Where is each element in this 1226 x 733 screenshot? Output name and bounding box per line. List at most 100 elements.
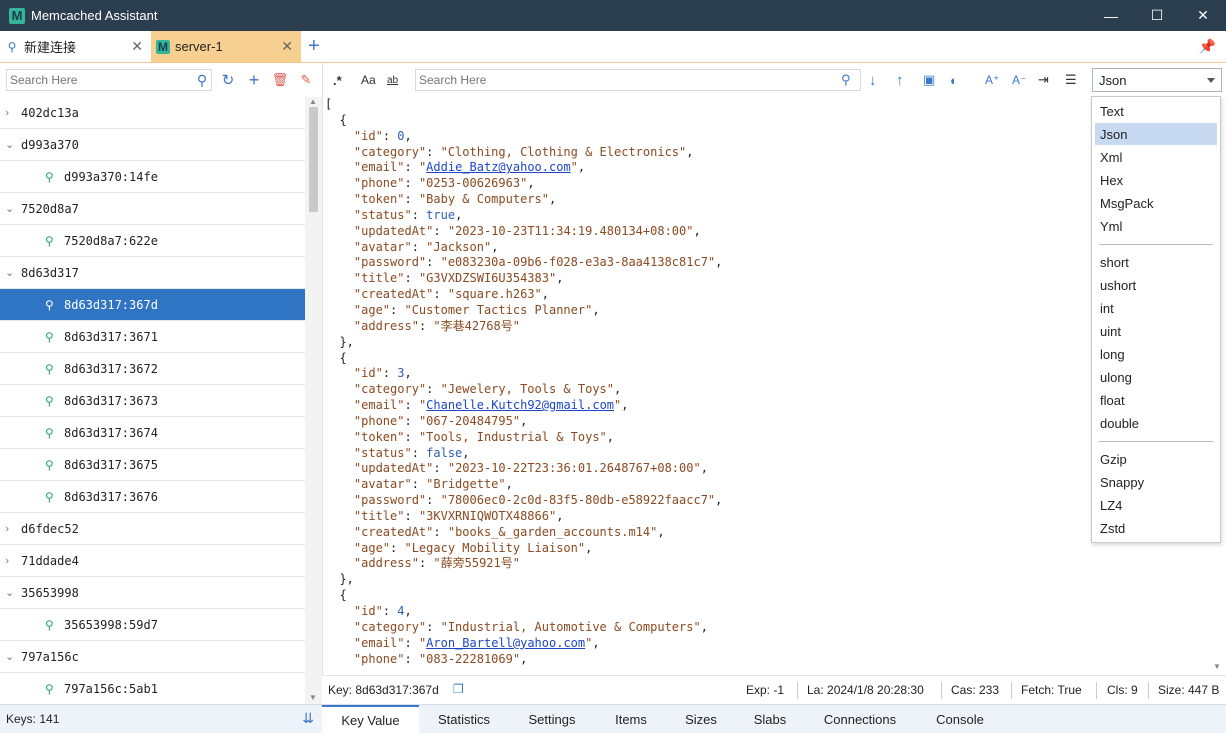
code-line: "avatar": "Jackson", xyxy=(353,239,499,254)
list-icon[interactable]: ☰ xyxy=(1065,70,1077,90)
tab-label: 新建连接 xyxy=(24,40,77,55)
format-option-xml[interactable]: Xml xyxy=(1095,146,1217,168)
match-case-icon[interactable]: Aa xyxy=(361,70,376,90)
chevron-down-icon[interactable]: ⌄ xyxy=(5,650,17,663)
tree-key-row[interactable]: ⚲ 8d63d317:3675 xyxy=(0,449,305,481)
tab-statistics[interactable]: Statistics xyxy=(419,705,509,733)
tree-key-row[interactable]: ⚲ 8d63d317:3674 xyxy=(0,417,305,449)
tree-key-row[interactable]: ⚲ 7520d8a7:622e xyxy=(0,225,305,257)
format-option-text[interactable]: Text xyxy=(1095,100,1217,122)
delete-icon[interactable]: 🗑 xyxy=(270,69,290,91)
chevron-down-icon[interactable]: ⌄ xyxy=(5,586,17,599)
tree-key-row[interactable]: ⚲ 8d63d317:3676 xyxy=(0,481,305,513)
tab-server-1[interactable]: M server-1 ✕ xyxy=(151,31,301,62)
flush-broom-icon[interactable]: ✎ xyxy=(296,69,316,91)
tab-connections[interactable]: Connections xyxy=(805,705,915,733)
pin-icon[interactable]: 📌 xyxy=(1199,38,1216,55)
divider xyxy=(1096,682,1097,699)
format-option-lz4[interactable]: LZ4 xyxy=(1095,494,1217,516)
code-line: "id": 3, xyxy=(353,366,412,381)
format-option-gzip[interactable]: Gzip xyxy=(1095,448,1217,470)
font-increase-icon[interactable]: A⁺ xyxy=(985,70,999,90)
format-option-ulong[interactable]: ulong xyxy=(1095,366,1217,388)
arrow-up-icon[interactable]: ↑ xyxy=(896,70,904,90)
regex-toggle-icon[interactable]: .* xyxy=(333,70,342,90)
value-search-input[interactable] xyxy=(415,69,861,91)
tab-settings[interactable]: Settings xyxy=(509,705,595,733)
add-key-icon[interactable]: + xyxy=(244,69,264,91)
format-option-snappy[interactable]: Snappy xyxy=(1095,471,1217,493)
scroll-up-icon[interactable]: ▲ xyxy=(309,97,317,106)
tree-group-row[interactable]: › 71ddade4 xyxy=(0,545,305,577)
minimize-button[interactable]: — xyxy=(1088,0,1134,31)
chevron-down-icon[interactable]: ⌄ xyxy=(5,266,17,279)
tree-key-row[interactable]: ⚲ 797a156c:5ab1 xyxy=(0,673,305,704)
tree-group-row[interactable]: ⌄ d993a370 xyxy=(0,129,305,161)
tree-group-row[interactable]: › d6fdec52 xyxy=(0,513,305,545)
tab-new-connection[interactable]: ⚲ 新建连接 ✕ xyxy=(0,31,151,62)
tree-group-row[interactable]: ⌄ 797a156c xyxy=(0,641,305,673)
tree-key-row[interactable]: ⚲ 8d63d317:3673 xyxy=(0,385,305,417)
tree-key-row[interactable]: ⚲ 8d63d317:3672 xyxy=(0,353,305,385)
tab-key-value[interactable]: Key Value xyxy=(322,705,419,733)
chevron-down-icon[interactable]: ⌄ xyxy=(5,138,17,151)
format-option-json[interactable]: Json xyxy=(1095,123,1217,145)
tree-item-label: d6fdec52 xyxy=(21,521,79,536)
value-editor[interactable]: [ { "id": 0, "category": "Clothing, Clot… xyxy=(322,97,1209,675)
tree-scrollbar[interactable]: ▲ ▼ xyxy=(305,97,322,704)
format-option-int[interactable]: int xyxy=(1095,297,1217,319)
close-tab-icon[interactable]: ✕ xyxy=(131,39,143,53)
tab-slabs[interactable]: Slabs xyxy=(735,705,805,733)
format-option-zstd[interactable]: Zstd xyxy=(1095,517,1217,539)
chevron-right-icon[interactable]: › xyxy=(5,522,17,535)
close-tab-icon[interactable]: ✕ xyxy=(281,39,293,53)
tree-group-row[interactable]: ⌄ 7520d8a7 xyxy=(0,193,305,225)
collapse-all-icon[interactable]: ⇊ xyxy=(302,710,314,727)
whole-word-icon[interactable]: ab xyxy=(387,70,398,90)
scroll-down-icon[interactable]: ▼ xyxy=(309,693,317,702)
save-icon[interactable]: ▣ xyxy=(923,70,935,90)
word-wrap-icon[interactable]: ⇥ xyxy=(1038,70,1049,90)
chevron-down-icon[interactable]: ⌄ xyxy=(5,202,17,215)
key-search-input[interactable] xyxy=(6,69,212,91)
search-icon[interactable]: ⚲ xyxy=(841,70,851,90)
tab-sizes[interactable]: Sizes xyxy=(667,705,735,733)
menu-separator xyxy=(1099,244,1213,245)
tree-key-row[interactable]: ⚲ d993a370:14fe xyxy=(0,161,305,193)
tree-key-row[interactable]: ⚲ 35653998:59d7 xyxy=(0,609,305,641)
search-icon[interactable]: ⚲ xyxy=(192,69,212,91)
close-window-button[interactable]: ✕ xyxy=(1180,0,1226,31)
tree-group-row[interactable]: › 402dc13a xyxy=(0,97,305,129)
format-option-double[interactable]: double xyxy=(1095,412,1217,434)
tree-group-row[interactable]: ⌄ 35653998 xyxy=(0,577,305,609)
scrollbar-thumb[interactable] xyxy=(309,107,318,212)
tree-item-label: 8d63d317 xyxy=(21,265,79,280)
chevron-right-icon[interactable]: › xyxy=(5,554,17,567)
arrow-down-icon[interactable]: ↓ xyxy=(869,70,877,90)
format-option-yml[interactable]: Yml xyxy=(1095,215,1217,237)
format-option-msgpack[interactable]: MsgPack xyxy=(1095,192,1217,214)
format-option-ushort[interactable]: ushort xyxy=(1095,274,1217,296)
tree-group-row[interactable]: ⌄ 8d63d317 xyxy=(0,257,305,289)
format-option-long[interactable]: long xyxy=(1095,343,1217,365)
add-tab-icon[interactable]: + xyxy=(308,36,320,56)
scroll-down-icon[interactable]: ▼ xyxy=(1213,662,1221,671)
font-decrease-icon[interactable]: A⁻ xyxy=(1012,70,1026,90)
format-option-short[interactable]: short xyxy=(1095,251,1217,273)
tree-item-label: 7520d8a7 xyxy=(21,201,79,216)
copy-icon[interactable]: ❐ xyxy=(453,682,464,696)
code-line: "password": "78006ec0-2c0d-83f5-80db-e58… xyxy=(353,493,723,508)
tab-items[interactable]: Items xyxy=(595,705,667,733)
tree-key-row[interactable]: ⚲ 8d63d317:3671 xyxy=(0,321,305,353)
format-select[interactable]: Json xyxy=(1092,68,1222,92)
code-line: { xyxy=(325,112,347,127)
maximize-button[interactable]: ☐ xyxy=(1134,0,1180,31)
format-option-float[interactable]: float xyxy=(1095,389,1217,411)
format-icon[interactable]: ◐ xyxy=(950,70,958,90)
tab-console[interactable]: Console xyxy=(915,705,1005,733)
format-option-hex[interactable]: Hex xyxy=(1095,169,1217,191)
tree-key-row-selected[interactable]: ⚲ 8d63d317:367d xyxy=(0,289,305,321)
refresh-icon[interactable]: ↻ xyxy=(218,69,238,91)
chevron-right-icon[interactable]: › xyxy=(5,106,17,119)
format-option-uint[interactable]: uint xyxy=(1095,320,1217,342)
